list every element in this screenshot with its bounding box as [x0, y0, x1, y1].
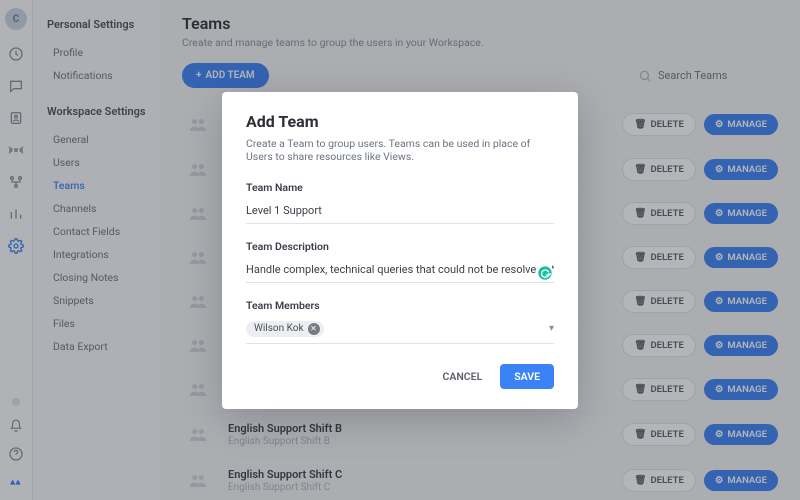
team-members-select[interactable]: Wilson Kok ✕ ▾: [246, 317, 554, 344]
grammarly-icon[interactable]: [536, 264, 554, 282]
cancel-button[interactable]: CANCEL: [434, 364, 490, 389]
save-button[interactable]: SAVE: [500, 364, 554, 389]
modal-overlay: Add Team Create a Team to group users. T…: [0, 0, 800, 500]
team-description-input[interactable]: [246, 260, 554, 283]
chevron-down-icon: ▾: [549, 323, 554, 334]
modal-subtitle: Create a Team to group users. Teams can …: [246, 137, 554, 163]
team-description-label: Team Description: [246, 240, 554, 253]
team-members-label: Team Members: [246, 299, 554, 312]
team-name-label: Team Name: [246, 181, 554, 194]
remove-member-icon[interactable]: ✕: [308, 323, 320, 335]
member-chip: Wilson Kok ✕: [246, 321, 324, 337]
add-team-modal: Add Team Create a Team to group users. T…: [222, 92, 578, 409]
modal-title: Add Team: [246, 112, 554, 131]
member-chip-label: Wilson Kok: [254, 323, 304, 334]
team-name-input[interactable]: [246, 201, 554, 224]
